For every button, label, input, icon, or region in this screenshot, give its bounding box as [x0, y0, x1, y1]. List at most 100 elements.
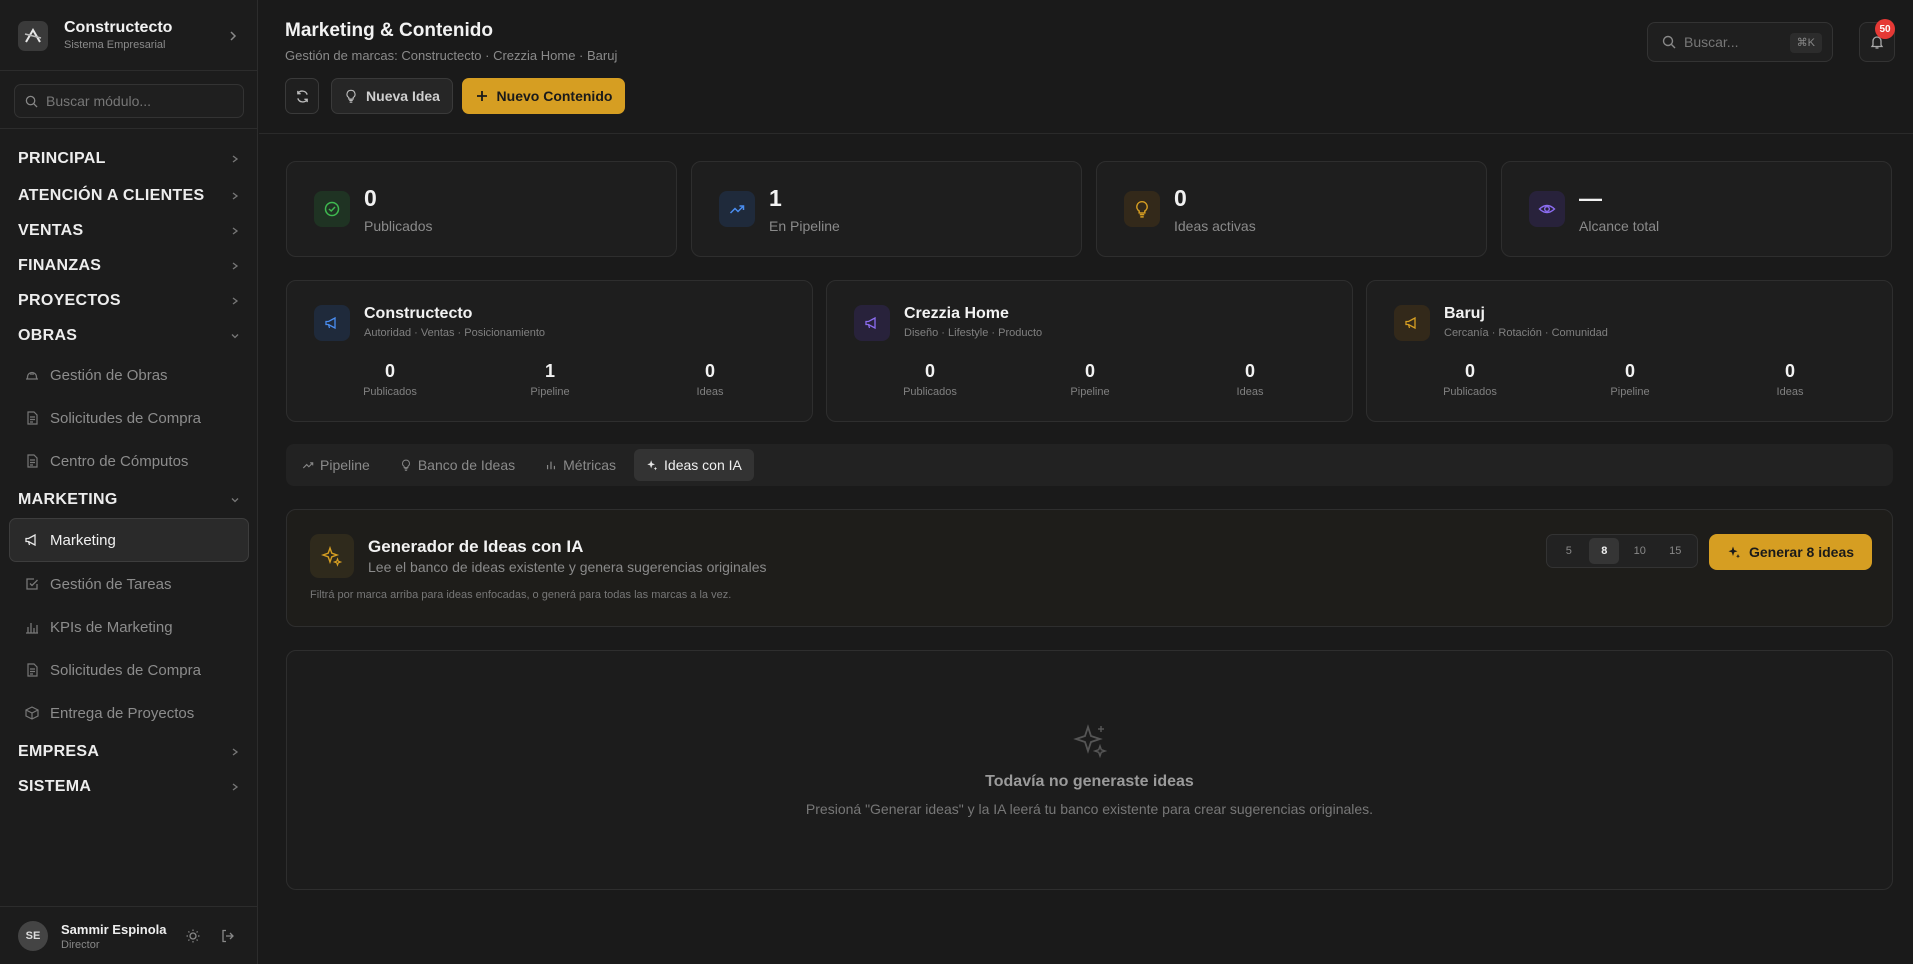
brand-stat: 0 Ideas [1190, 361, 1310, 398]
ideas-empty-state: Todavía no generaste ideas Presioná "Gen… [286, 650, 1893, 890]
brand-card-constructecto[interactable]: Constructecto Autoridad · Ventas · Posic… [286, 280, 813, 422]
brand-tags: Autoridad · Ventas · Posicionamiento [364, 327, 545, 339]
logout-icon[interactable] [220, 928, 236, 944]
nav-section-sistema[interactable]: SISTEMA [18, 775, 240, 799]
trending-up-icon [302, 462, 314, 469]
sparkles-icon [310, 534, 354, 578]
megaphone-icon [25, 533, 36, 547]
brand-stat: 0 Publicados [330, 361, 450, 398]
nav-section-label: FINANZAS [18, 257, 102, 274]
global-search-input[interactable] [1684, 34, 1784, 50]
sidebar-item-label: Gestión de Obras [50, 366, 168, 384]
checkbox-icon [26, 578, 38, 590]
sidebar-item-label: Centro de Cómputos [50, 452, 189, 470]
sidebar-item-label: KPIs de Marketing [50, 618, 173, 636]
nav-section-ventas[interactable]: VENTAS [18, 219, 240, 243]
sidebar-item-marketing[interactable]: Marketing [9, 518, 249, 562]
brand-switcher[interactable]: Constructecto Sistema Empresarial [18, 18, 240, 54]
count-option-10[interactable]: 10 [1625, 538, 1655, 564]
count-option-8[interactable]: 8 [1589, 538, 1620, 564]
brand-stat: 0 Ideas [1730, 361, 1850, 398]
module-search-input[interactable] [46, 93, 236, 109]
document-icon [27, 454, 38, 468]
nav-section-label: SISTEMA [18, 778, 92, 795]
nav-section-label: MARKETING [18, 491, 118, 508]
brand-stat: 0 Publicados [1410, 361, 1530, 398]
user-area: SE Sammir Espinola Director [0, 906, 258, 964]
count-option-15[interactable]: 15 [1660, 538, 1690, 564]
nav-section-obras[interactable]: OBRAS [18, 324, 240, 348]
refresh-button[interactable] [285, 78, 319, 114]
brand-tags: Diseño · Lifestyle · Producto [904, 327, 1043, 339]
brand-stat-value: 0 [704, 361, 715, 381]
brand-stat-value: 0 [1244, 361, 1255, 381]
nav-section-empresa[interactable]: EMPRESA [18, 740, 240, 764]
sidebar-item-label: Gestión de Tareas [50, 575, 172, 593]
megaphone-icon [854, 305, 890, 341]
nav-section-atencion-clientes[interactable]: ATENCIÓN A CLIENTES [18, 184, 240, 208]
generator-subtitle: Lee el banco de ideas existente y genera… [368, 559, 767, 575]
sidebar-item-label: Solicitudes de Compra [50, 409, 201, 427]
sidebar-item-entrega-proyectos[interactable]: Entrega de Proyectos [24, 698, 244, 728]
trending-up-icon [719, 191, 755, 227]
nav-section-label: EMPRESA [18, 743, 100, 760]
eye-icon [1529, 191, 1565, 227]
tab-label: Métricas [563, 457, 617, 473]
tab-pipeline[interactable]: Pipeline [290, 449, 382, 481]
stat-label: Publicados [364, 218, 433, 234]
sun-icon[interactable] [185, 928, 201, 944]
tab-banco-ideas[interactable]: Banco de Ideas [388, 449, 527, 481]
stat-label: En Pipeline [769, 218, 840, 234]
brand-stat: 1 Pipeline [490, 361, 610, 398]
sidebar-item-solicitudes-compra-marketing[interactable]: Solicitudes de Compra [24, 655, 244, 685]
brand-stat-value: 0 [1464, 361, 1475, 381]
app-subtitle: Sistema Empresarial [64, 39, 166, 51]
avatar[interactable]: SE [18, 921, 48, 951]
stat-value: 0 [364, 185, 377, 211]
nav-section-principal[interactable]: PRINCIPAL [18, 147, 240, 171]
brand-logo-icon [18, 21, 48, 51]
sidebar-item-centro-computos[interactable]: Centro de Cómputos [24, 446, 244, 476]
search-icon [25, 95, 38, 108]
brand-stat-label: Pipeline [1610, 386, 1650, 398]
brand-stat-label: Publicados [903, 386, 957, 398]
bar-chart-icon [547, 461, 556, 470]
brand-stat-label: Publicados [363, 386, 417, 398]
generator-title: Generador de Ideas con IA [368, 537, 584, 556]
brand-card-baruj[interactable]: Baruj Cercanía · Rotación · Comunidad 0 P… [1366, 280, 1893, 422]
stat-label: Alcance total [1579, 218, 1660, 234]
count-option-5[interactable]: 5 [1554, 538, 1584, 564]
new-content-button[interactable]: Nuevo Contenido [462, 78, 625, 114]
module-search[interactable] [14, 84, 244, 118]
brand-stat-value: 1 [544, 361, 555, 381]
new-idea-button[interactable]: Nueva Idea [331, 78, 453, 114]
chevron-right-icon [232, 262, 239, 270]
tab-ideas-ia[interactable]: Ideas con IA [634, 449, 754, 481]
generate-ideas-button[interactable]: Generar 8 ideas [1709, 534, 1872, 570]
nav-section-label: ATENCIÓN A CLIENTES [18, 187, 205, 204]
brand-stat-value: 0 [924, 361, 935, 381]
brand-tags: Cercanía · Rotación · Comunidad [1444, 327, 1608, 339]
tab-metricas[interactable]: Métricas [533, 449, 628, 481]
chevron-down-icon [231, 498, 239, 503]
brand-card-crezzia-home[interactable]: Crezzia Home Diseño · Lifestyle · Produc… [826, 280, 1353, 422]
stat-card-published: 0 Publicados [286, 161, 677, 257]
sidebar-item-kpis-marketing[interactable]: KPIs de Marketing [24, 612, 244, 642]
sidebar-item-gestion-obras[interactable]: Gestión de Obras [24, 360, 244, 390]
stat-card-reach: — Alcance total [1501, 161, 1892, 257]
nav-section-marketing[interactable]: MARKETING [18, 488, 240, 512]
tab-label: Ideas con IA [664, 457, 742, 473]
global-search[interactable]: ⌘K [1647, 22, 1833, 62]
sidebar-item-gestion-tareas[interactable]: Gestión de Tareas [24, 569, 244, 599]
sparkles-icon [1728, 546, 1740, 559]
brand-stat-label: Ideas [696, 386, 724, 398]
brand-stat: 0 Pipeline [1570, 361, 1690, 398]
nav-section-finanzas[interactable]: FINANZAS [18, 254, 240, 278]
chevron-right-icon [232, 192, 239, 200]
notification-badge: 50 [1875, 19, 1895, 39]
sidebar-item-solicitudes-compra-obras[interactable]: Solicitudes de Compra [24, 403, 244, 433]
stat-label: Ideas activas [1174, 218, 1256, 234]
nav-section-proyectos[interactable]: PROYECTOS [18, 289, 240, 313]
chevron-right-icon [232, 783, 239, 791]
brand-name: Constructecto [364, 305, 473, 322]
